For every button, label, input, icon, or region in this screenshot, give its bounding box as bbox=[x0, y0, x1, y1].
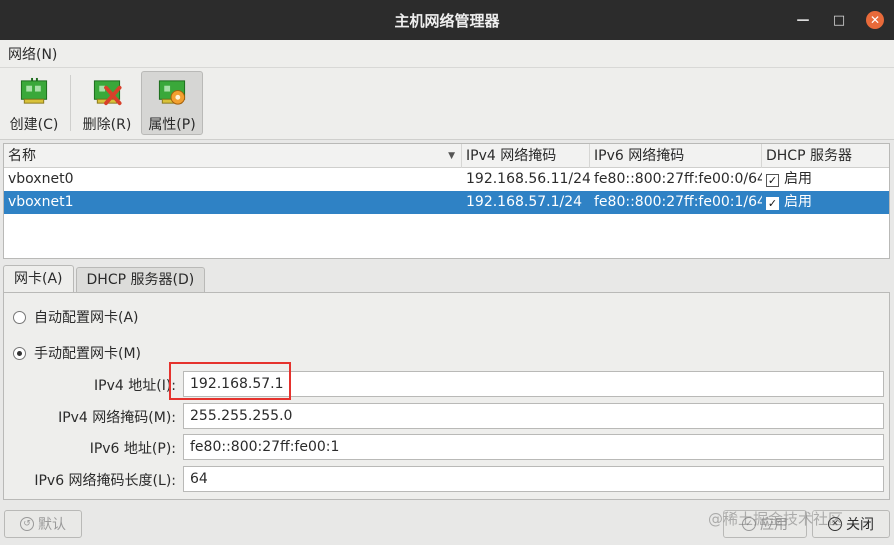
table-row[interactable]: vboxnet0 192.168.56.11/24 fe80::800:27ff… bbox=[4, 168, 889, 191]
sort-down-icon: ▼ bbox=[448, 151, 455, 161]
default-label: 默认 bbox=[38, 517, 66, 533]
properties-tabs: 网卡(A) DHCP 服务器(D) bbox=[3, 265, 207, 293]
column-header-ipv4-mask[interactable]: IPv4 网络掩码 bbox=[462, 144, 590, 168]
cell-dhcp: ✓ 启用 bbox=[762, 191, 889, 214]
menu-network[interactable]: 网络(N) bbox=[8, 44, 57, 64]
ipv4-mask-input[interactable]: 255.255.255.0 bbox=[183, 403, 884, 429]
maximize-icon[interactable]: □ bbox=[830, 11, 848, 29]
adapter-panel: 自动配置网卡(A) 手动配置网卡(M) IPv4 地址(I): 192.168.… bbox=[3, 292, 890, 500]
delete-button[interactable]: 删除(R) bbox=[77, 71, 137, 135]
properties-button[interactable]: 属性(P) bbox=[141, 71, 203, 135]
create-label: 创建(C) bbox=[9, 117, 59, 133]
network-card-properties-icon bbox=[158, 80, 186, 105]
column-header-name[interactable]: 名称 ▼ bbox=[4, 144, 462, 168]
properties-label: 属性(P) bbox=[148, 117, 196, 133]
auto-config-radio[interactable] bbox=[13, 310, 26, 324]
network-card-remove-icon bbox=[93, 80, 122, 106]
column-header-ipv6-mask[interactable]: IPv6 网络掩码 bbox=[590, 144, 762, 168]
cell-name: vboxnet0 bbox=[8, 171, 74, 187]
ipv6-prefix-label: IPv6 网络掩码长度(L): bbox=[34, 473, 176, 489]
reset-icon: ↺ bbox=[20, 517, 34, 531]
dhcp-status: 启用 bbox=[784, 171, 812, 187]
close-label: 关闭 bbox=[846, 517, 874, 533]
cell-ipv6-mask: fe80::800:27ff:fe00:0/64 bbox=[594, 171, 762, 187]
manual-config-option[interactable]: 手动配置网卡(M) bbox=[13, 343, 141, 363]
manual-config-radio[interactable] bbox=[13, 346, 26, 360]
annotation-highlight-box bbox=[169, 362, 291, 400]
column-header-dhcp[interactable]: DHCP 服务器 bbox=[762, 144, 889, 168]
ipv6-prefix-input[interactable]: 64 bbox=[183, 466, 884, 492]
ipv4-mask-label: IPv4 网络掩码(M): bbox=[58, 410, 176, 426]
cell-ipv4-mask: 192.168.56.11/24 bbox=[466, 171, 590, 187]
network-card-add-icon bbox=[20, 77, 48, 104]
manual-config-label: 手动配置网卡(M) bbox=[34, 346, 142, 362]
menubar: 网络(N) bbox=[0, 40, 894, 68]
cell-ipv4-mask: 192.168.57.1/24 bbox=[466, 194, 583, 210]
cell-dhcp: ✓ 启用 bbox=[762, 168, 889, 191]
dhcp-checkbox[interactable]: ✓ bbox=[766, 197, 779, 210]
window-controls: — □ ✕ bbox=[794, 0, 884, 40]
window-title: 主机网络管理器 bbox=[394, 11, 500, 30]
minimize-icon[interactable]: — bbox=[794, 11, 812, 29]
close-window-icon[interactable]: ✕ bbox=[866, 11, 884, 29]
table-header: 名称 ▼ IPv4 网络掩码 IPv6 网络掩码 DHCP 服务器 bbox=[4, 144, 889, 168]
window-titlebar: 主机网络管理器 — □ ✕ bbox=[0, 0, 894, 40]
host-network-table: 名称 ▼ IPv4 网络掩码 IPv6 网络掩码 DHCP 服务器 vboxne… bbox=[3, 143, 890, 259]
ipv6-address-input[interactable]: fe80::800:27ff:fe00:1 bbox=[183, 434, 884, 460]
table-row-selected[interactable]: vboxnet1 192.168.57.1/24 fe80::800:27ff:… bbox=[4, 191, 889, 214]
radio-selected-dot bbox=[17, 350, 22, 356]
ipv6-address-label: IPv6 地址(P): bbox=[89, 441, 176, 457]
dhcp-checkbox[interactable]: ✓ bbox=[766, 174, 779, 187]
ipv4-address-label: IPv4 地址(I): bbox=[94, 378, 176, 394]
auto-config-option[interactable]: 自动配置网卡(A) bbox=[13, 307, 139, 327]
toolbar: 创建(C) 删除(R) 属性(P) bbox=[0, 68, 894, 140]
delete-label: 删除(R) bbox=[82, 117, 132, 133]
cell-name: vboxnet1 bbox=[8, 194, 74, 210]
cell-ipv6-mask: fe80::800:27ff:fe00:1/64 bbox=[594, 194, 762, 210]
toolbar-separator bbox=[70, 75, 71, 131]
tab-dhcp-server[interactable]: DHCP 服务器(D) bbox=[75, 267, 206, 293]
dhcp-status: 启用 bbox=[784, 194, 812, 210]
default-button[interactable]: ↺ 默认 bbox=[4, 510, 82, 538]
create-button[interactable]: 创建(C) bbox=[4, 71, 64, 135]
watermark: @稀土掘金技术社区 bbox=[708, 510, 844, 528]
auto-config-label: 自动配置网卡(A) bbox=[34, 310, 139, 326]
tab-adapter[interactable]: 网卡(A) bbox=[3, 265, 74, 293]
